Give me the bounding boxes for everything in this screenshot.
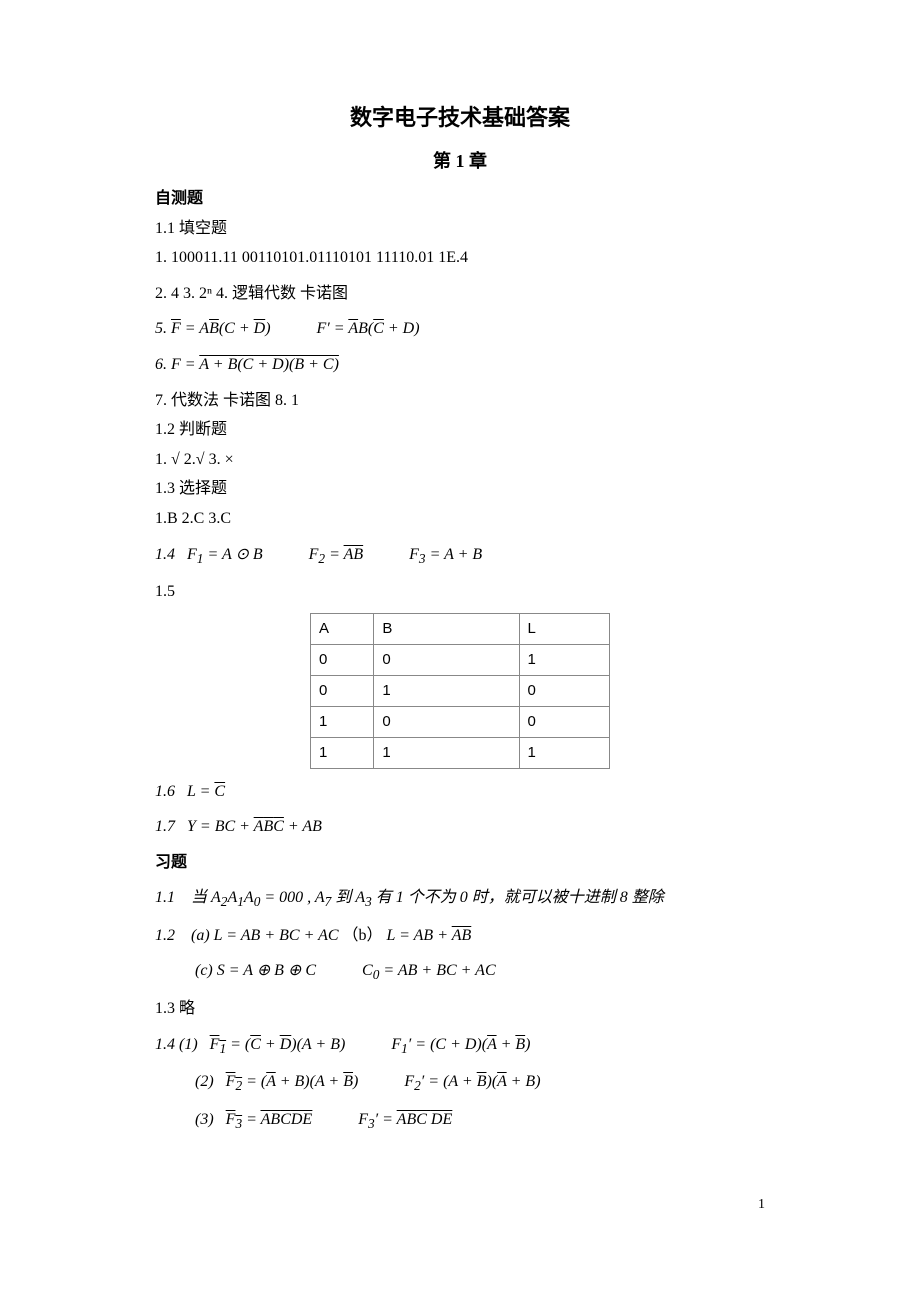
table-row: 0 0 1	[311, 644, 610, 675]
q1-3-choices: 1.B 2.C 3.C	[155, 506, 765, 532]
q1-1: 1. 100011.11 00110101.01110101 11110.01 …	[155, 245, 765, 271]
ex-1-3: 1.3 略	[155, 996, 765, 1022]
section-1-2-head: 1.2 判断题	[155, 417, 765, 443]
q1-2-3-4: 2. 4 3. 2ⁿ 4. 逻辑代数 卡诺图	[155, 281, 765, 307]
q1-2-judgments: 1. √ 2.√ 3. ×	[155, 447, 765, 473]
ex-1-2c: (c) S = A ⊕ B ⊕ C C0 = AB + BC + AC	[155, 958, 765, 986]
section-1-3-head: 1.3 选择题	[155, 476, 765, 502]
th-a: A	[311, 613, 374, 644]
ex-1-4-2: (2) F2 = (A + B)(A + B) F2′ = (A + B)(A …	[155, 1069, 765, 1097]
exercise-heading: 习题	[155, 850, 765, 876]
th-l: L	[519, 613, 609, 644]
page-number: 1	[155, 1194, 765, 1216]
table-row: 1 0 0	[311, 706, 610, 737]
q1-6b: 1.6 L = C	[155, 779, 765, 805]
section-1-1-head: 1.1 填空题	[155, 216, 765, 242]
ex-1-1: 1.1 当 A2A1A0 = 000 , A7 到 A3 有 1 个不为 0 时…	[155, 885, 765, 913]
selftest-heading: 自测题	[155, 186, 765, 212]
q1-4: 1.4 F1 = A ⊙ B F2 = AB F3 = A + B	[155, 542, 765, 570]
truth-table: A B L 0 0 1 0 1 0 1 0 0 1 1 1	[310, 613, 610, 769]
ex-1-4-3: (3) F3 = ABCDE F3′ = ABC DE	[155, 1107, 765, 1135]
table-row: 0 1 0	[311, 675, 610, 706]
table-row: 1 1 1	[311, 737, 610, 768]
page-title: 数字电子技术基础答案	[155, 100, 765, 135]
ex-1-2a: 1.2 (a) L = AB + BC + AC （b） L = AB + AB	[155, 923, 765, 949]
q1-7b: 1.7 Y = BC + ABC + AB	[155, 814, 765, 840]
q1-6: 6. F = A + B(C + D)(B + C)	[155, 352, 765, 378]
q1-5: 5. F = AB(C + D) F′ = AB(C + D)	[155, 316, 765, 342]
q1-7-8: 7. 代数法 卡诺图 8. 1	[155, 388, 765, 414]
table-row: A B L	[311, 613, 610, 644]
section-1-5-head: 1.5	[155, 579, 765, 605]
chapter-heading: 第 1 章	[155, 147, 765, 176]
th-b: B	[374, 613, 519, 644]
ex-1-4-1: 1.4 (1) F1 = (C + D)(A + B) F1′ = (C + D…	[155, 1032, 765, 1060]
